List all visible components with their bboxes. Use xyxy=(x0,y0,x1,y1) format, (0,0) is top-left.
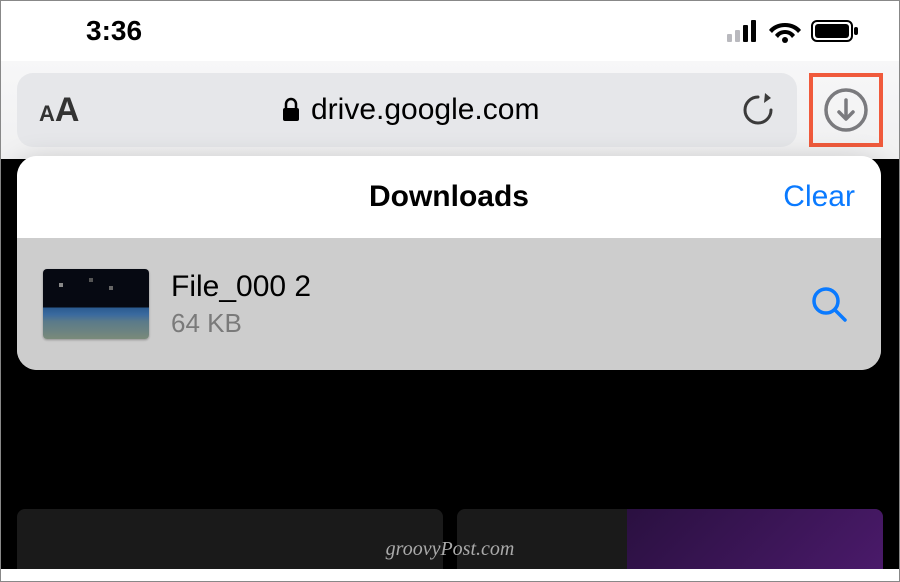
battery-icon xyxy=(811,20,859,42)
downloads-button-highlight xyxy=(809,73,883,147)
locate-file-button[interactable] xyxy=(809,284,855,324)
popover-title: Downloads xyxy=(369,180,529,214)
address-bar[interactable]: AA drive.google.com xyxy=(17,73,797,147)
clear-button[interactable]: Clear xyxy=(783,180,855,214)
watermark: groovyPost.com xyxy=(386,538,515,561)
lock-icon xyxy=(281,97,301,123)
download-file-size: 64 KB xyxy=(171,308,787,339)
download-file-name: File_000 2 xyxy=(171,270,787,304)
status-bar: 3:36 xyxy=(1,1,899,61)
downloads-button[interactable] xyxy=(815,79,877,141)
download-item[interactable]: File_000 2 64 KB xyxy=(17,238,881,370)
tile[interactable] xyxy=(17,509,443,569)
downloads-popover: Downloads Clear File_000 2 64 KB xyxy=(17,156,881,370)
status-icons xyxy=(727,19,859,43)
popover-header: Downloads Clear xyxy=(17,156,881,238)
browser-toolbar: AA drive.google.com xyxy=(1,61,899,159)
url-text: drive.google.com xyxy=(311,93,539,127)
url-display[interactable]: drive.google.com xyxy=(79,93,741,127)
wifi-icon xyxy=(769,19,801,43)
text-size-button[interactable]: AA xyxy=(39,91,79,130)
tile[interactable] xyxy=(457,509,883,569)
reload-button[interactable] xyxy=(741,91,775,129)
download-thumbnail xyxy=(43,269,149,339)
cellular-signal-icon xyxy=(727,20,759,42)
page-content: Downloads Clear File_000 2 64 KB groovyP… xyxy=(1,159,899,569)
download-info: File_000 2 64 KB xyxy=(171,270,787,339)
status-time: 3:36 xyxy=(86,15,142,47)
